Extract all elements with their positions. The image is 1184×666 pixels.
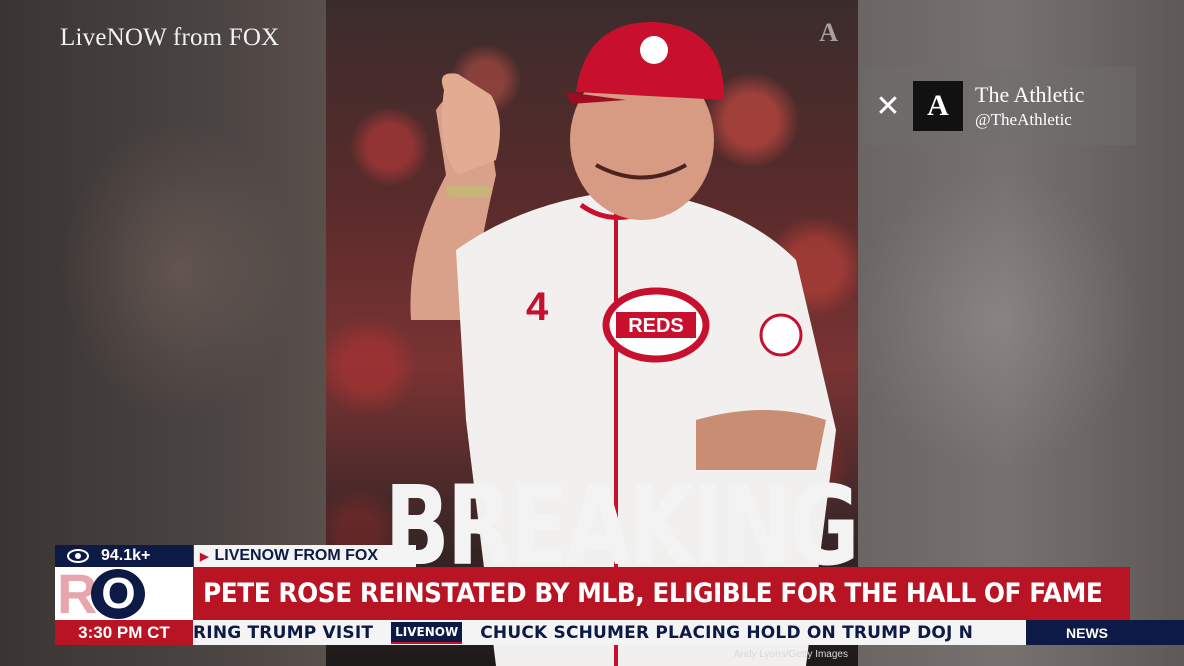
section-label: NEWS — [1026, 620, 1184, 645]
network-source-label: LiveNOW from FOX — [60, 24, 280, 51]
headline-bar: PETE ROSE REINSTATED BY MLB, ELIGIBLE FO… — [193, 567, 1130, 620]
tweet-author-handle: @TheAthletic — [975, 110, 1072, 129]
channel-logo-r: R — [57, 567, 98, 620]
lower-third-source: ▶ LIVENOW FROM FOX — [194, 545, 416, 567]
ticker-item-right: CHUCK SCHUMER PLACING HOLD ON TRUMP DOJ … — [480, 622, 974, 643]
lower-third-source-text: LIVENOW FROM FOX — [214, 547, 379, 564]
news-ticker: RING TRUMP VISIT LIVENOW CHUCK SCHUMER P… — [193, 620, 1026, 645]
tweet-author-name: The Athletic — [975, 82, 1085, 107]
ticker-livenow-logo: LIVENOW — [391, 621, 463, 644]
svg-text:REDS: REDS — [628, 315, 684, 337]
viewer-count: 94.1k+ — [55, 545, 193, 567]
athletic-logo: A — [913, 81, 963, 131]
ticker-item-left: RING TRUMP VISIT — [193, 622, 374, 643]
play-arrow-icon: ▶ — [200, 550, 209, 563]
backdrop-glow-left — [60, 120, 300, 420]
tweet-author: The Athletic @TheAthletic — [975, 82, 1084, 130]
channel-logo-o: O — [91, 568, 146, 619]
tweet-source-tag: ✕ A The Athletic @TheAthletic — [863, 67, 1136, 145]
backdrop-glow-right — [844, 170, 1144, 470]
headline-text: PETE ROSE REINSTATED BY MLB, ELIGIBLE FO… — [203, 578, 1103, 609]
broadcast-time: 3:30 PM CT — [55, 620, 193, 645]
viewer-count-value: 94.1k+ — [101, 547, 151, 564]
eye-icon — [55, 549, 101, 563]
svg-text:4: 4 — [526, 285, 549, 329]
athletic-watermark: A — [819, 18, 838, 47]
photo-credit: Andy Lyons/Getty Images — [733, 649, 848, 660]
x-icon: ✕ — [875, 88, 901, 124]
channel-logo: R O — [55, 567, 193, 620]
